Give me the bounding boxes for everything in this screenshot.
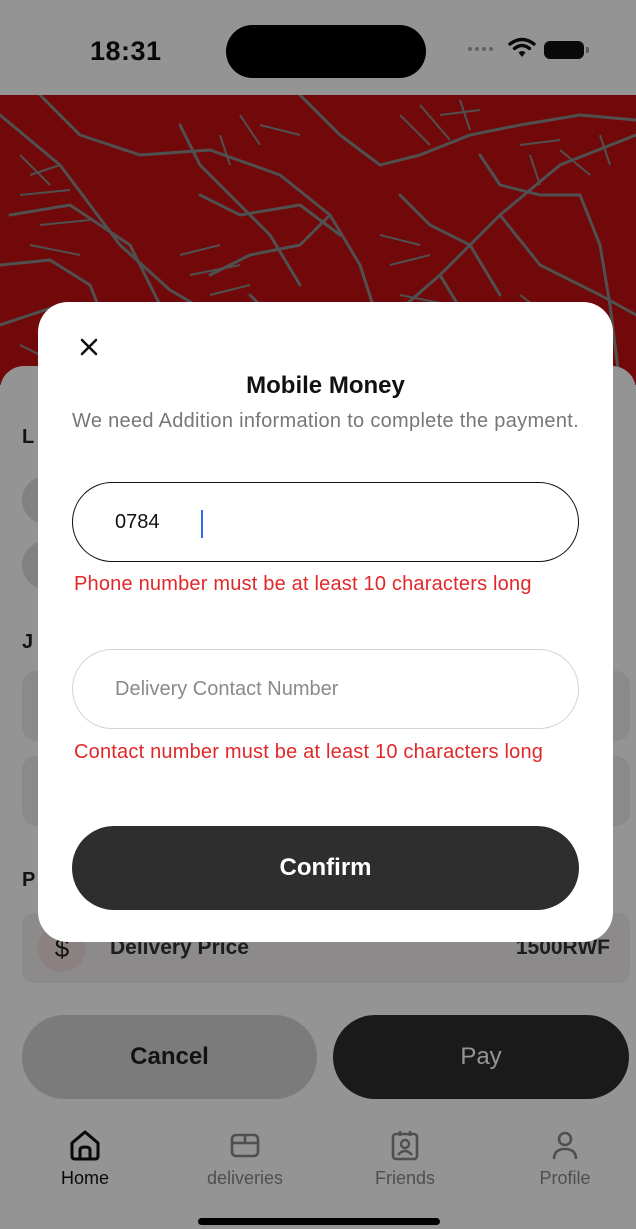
- phone-number-input[interactable]: [73, 483, 578, 561]
- contact-number-field: [72, 649, 579, 729]
- close-icon: [80, 338, 98, 356]
- phone-error-message: Phone number must be at least 10 charact…: [74, 573, 532, 595]
- contact-error-message: Contact number must be at least 10 chara…: [74, 741, 544, 763]
- modal-subtitle: We need Addition information to complete…: [72, 410, 579, 432]
- confirm-button[interactable]: Confirm: [72, 826, 579, 910]
- modal-title: Mobile Money: [246, 372, 405, 399]
- mobile-money-modal: Mobile Money We need Addition informatio…: [38, 302, 613, 942]
- close-button[interactable]: [74, 332, 104, 362]
- phone-number-field: [72, 482, 579, 562]
- app-screen: 18:31 L J P $ Delivery Price 1500RWF Can…: [0, 0, 636, 1229]
- contact-number-input[interactable]: [73, 650, 578, 728]
- text-caret: [201, 510, 203, 538]
